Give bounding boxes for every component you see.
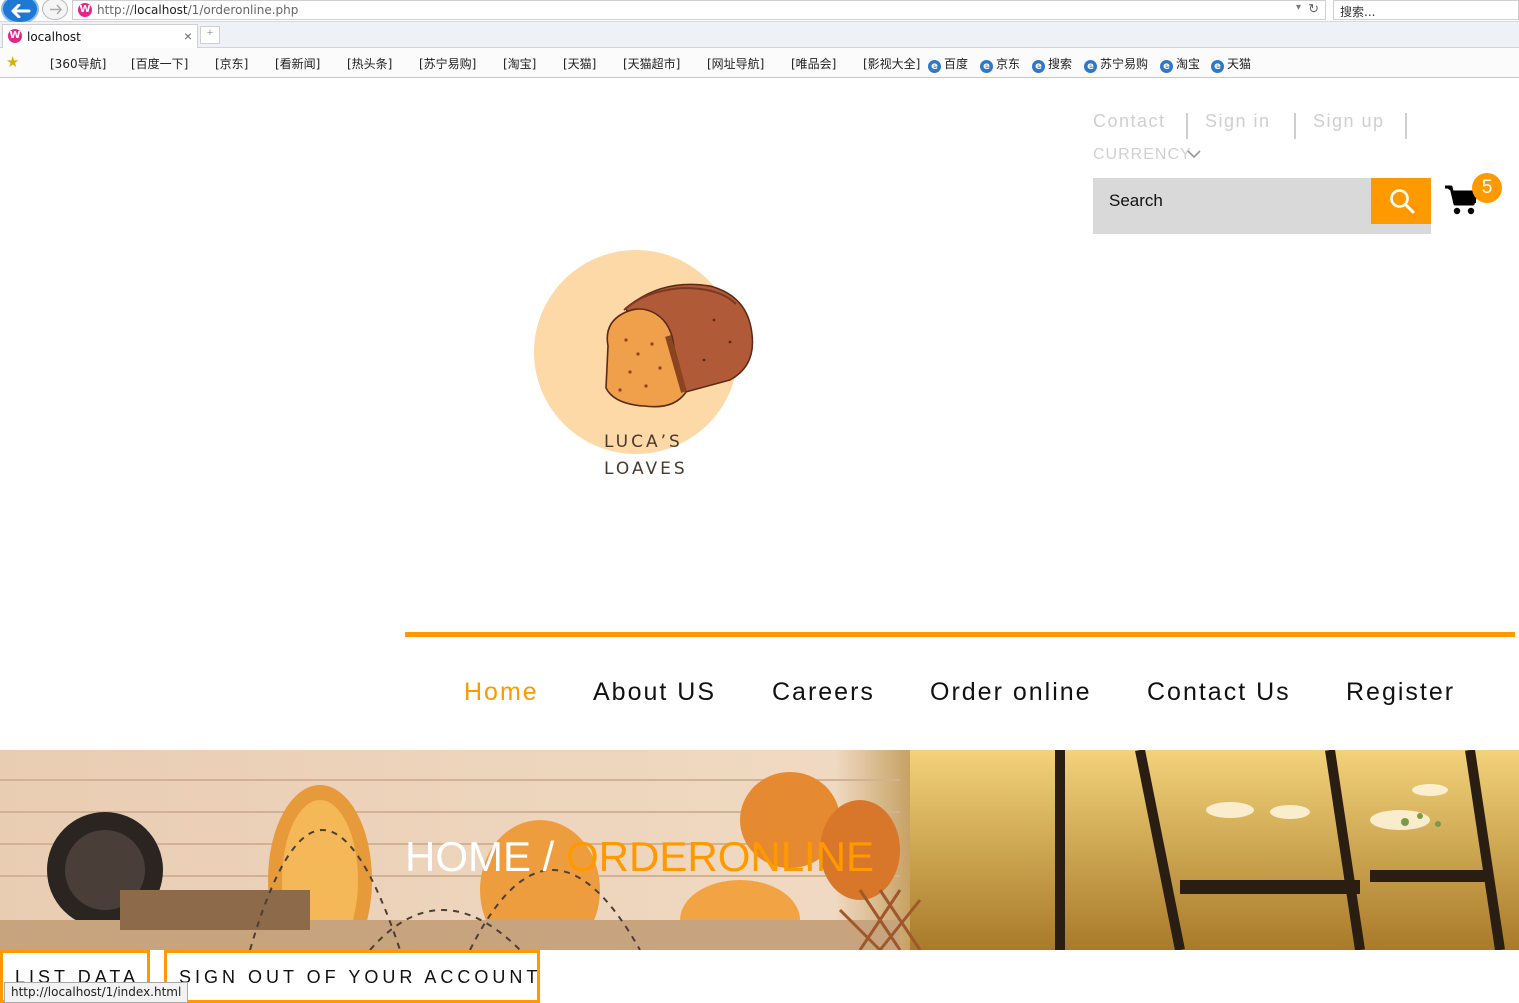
bookmark-item[interactable]: [天猫] <box>563 55 596 72</box>
bookmark-item[interactable]: [影视大全] <box>863 55 920 72</box>
ie-bookmark-item[interactable]: e 京东 <box>980 55 1020 73</box>
browser-tab[interactable]: W localhost × <box>2 24 198 48</box>
bookmark-item[interactable]: [百度一下] <box>131 55 188 72</box>
ie-page-icon: e <box>1032 60 1045 73</box>
bookmark-item[interactable]: [淘宝] <box>503 55 536 72</box>
tab-close-icon[interactable]: × <box>184 28 192 44</box>
bookmark-item[interactable]: [看新闻] <box>275 55 320 72</box>
url-field[interactable]: W http://localhost/1/orderonline.php ▾ ↻ <box>72 0 1326 20</box>
bookmark-item[interactable]: [360导航] <box>50 55 106 72</box>
tab-favicon-icon: W <box>8 29 22 43</box>
link-divider <box>1294 113 1296 139</box>
nav-contact-us[interactable]: Contact Us <box>1147 678 1291 707</box>
nav-order-online[interactable]: Order online <box>930 678 1092 707</box>
ie-bookmark-item[interactable]: e 天猫 <box>1211 55 1251 73</box>
nav-careers[interactable]: Careers <box>772 678 875 707</box>
browser-address-bar: W http://localhost/1/orderonline.php ▾ ↻… <box>0 0 1519 24</box>
search-icon <box>1390 189 1415 214</box>
browser-search-input[interactable]: 搜索... <box>1333 0 1519 20</box>
breadcrumb-home[interactable]: HOME <box>405 833 531 880</box>
bookmark-item[interactable]: [热头条] <box>347 55 392 72</box>
breadcrumb-current: ORDERONLINE <box>566 833 875 880</box>
bookmark-item[interactable]: [唯品会] <box>791 55 836 72</box>
ie-page-icon: e <box>1211 60 1224 73</box>
currency-dropdown[interactable]: CURRENCY <box>1093 146 1192 164</box>
forward-button[interactable] <box>42 0 68 20</box>
browser-tab-strip: W localhost × + <box>0 22 1519 48</box>
nav-divider <box>405 632 1515 637</box>
ie-bookmark-item[interactable]: e 百度 <box>928 55 968 73</box>
url-dropdown-icon[interactable]: ▾ <box>1296 2 1301 13</box>
ie-page-icon: e <box>1160 60 1173 73</box>
nav-register[interactable]: Register <box>1346 678 1455 707</box>
sign-in-link[interactable]: Sign in <box>1205 111 1271 132</box>
ie-bookmark-item[interactable]: e 苏宁易购 <box>1084 55 1148 73</box>
tab-title: localhost <box>27 30 81 44</box>
sign-out-button[interactable]: SIGN OUT OF YOUR ACCOUNT <box>164 950 540 1003</box>
ie-bookmark-item[interactable]: e 淘宝 <box>1160 55 1200 73</box>
link-divider <box>1186 113 1188 139</box>
bookmark-item[interactable]: [天猫超市] <box>623 55 680 72</box>
link-divider <box>1405 113 1407 139</box>
breadcrumb: HOME / ORDERONLINE <box>405 833 874 881</box>
bookmark-item[interactable]: [苏宁易购] <box>419 55 476 72</box>
cart-count-badge: 5 <box>1472 173 1502 203</box>
ie-page-icon: e <box>980 60 993 73</box>
logo-text-line2: LOAVES <box>604 459 688 479</box>
nav-home[interactable]: Home <box>464 678 539 707</box>
ie-page-icon: e <box>1084 60 1097 73</box>
bakery-logo[interactable] <box>534 250 764 490</box>
url-text: http://localhost/1/orderonline.php <box>97 3 299 17</box>
logo-text-line1: LUCA’S <box>604 432 683 452</box>
nav-about-us[interactable]: About US <box>593 678 716 707</box>
back-arrow-icon <box>11 4 31 18</box>
star-icon[interactable]: ★ <box>6 53 19 71</box>
back-button[interactable] <box>1 0 39 24</box>
bookmarks-bar: ★ [360导航] [百度一下] [京东] [看新闻] [热头条] [苏宁易购]… <box>0 48 1519 78</box>
sign-up-link[interactable]: Sign up <box>1313 111 1385 132</box>
site-favicon-icon: W <box>78 3 92 17</box>
ie-bookmark-item[interactable]: e 搜索 <box>1032 55 1072 73</box>
forward-arrow-icon <box>50 4 63 15</box>
new-tab-button[interactable]: + <box>200 26 220 44</box>
chevron-down-icon[interactable] <box>1186 148 1202 160</box>
ie-page-icon: e <box>928 60 941 73</box>
breadcrumb-separator: / <box>531 833 567 880</box>
bookmark-item[interactable]: [网址导航] <box>707 55 764 72</box>
bookmark-item[interactable]: [京东] <box>215 55 248 72</box>
browser-status-bar: http://localhost/1/index.html <box>4 982 189 1003</box>
refresh-icon[interactable]: ↻ <box>1308 1 1319 17</box>
search-button[interactable] <box>1371 178 1431 224</box>
contact-link[interactable]: Contact <box>1093 111 1166 132</box>
